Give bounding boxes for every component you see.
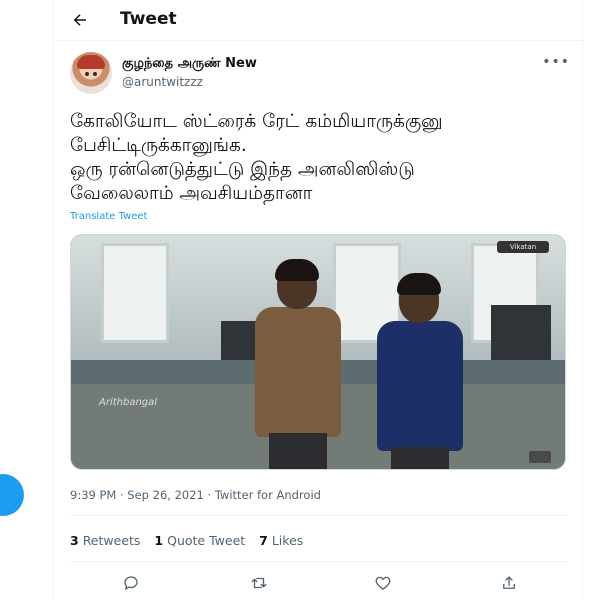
retweets-stat[interactable]: 3 Retweets xyxy=(70,533,140,548)
likes-count: 7 xyxy=(259,533,268,548)
back-button[interactable] xyxy=(68,8,92,32)
quote-tweets-count: 1 xyxy=(154,533,164,548)
translate-tweet-link[interactable]: Translate Tweet xyxy=(70,211,147,222)
tweet-actions xyxy=(70,570,568,596)
likes-stat[interactable]: 7 Likes xyxy=(259,533,303,548)
media-person-left xyxy=(255,259,341,469)
like-icon xyxy=(375,576,391,590)
more-options-icon[interactable]: ••• xyxy=(542,54,570,70)
tweet-timestamp[interactable]: 9:39 PM · Sep 26, 2021 · Twitter for And… xyxy=(70,488,321,502)
quote-tweets-stat[interactable]: 1 Quote Tweet xyxy=(154,533,245,548)
media-logo-badge: Vikatan xyxy=(497,241,549,253)
tweet-media-image[interactable]: Arithbangal Vikatan xyxy=(70,234,566,470)
media-person-right xyxy=(377,273,463,469)
author-handle[interactable]: @aruntwitzzz xyxy=(122,75,203,89)
media-corner-icon xyxy=(529,451,551,463)
divider xyxy=(70,515,568,516)
media-watermark: Arithbangal xyxy=(99,397,158,408)
tweet-column: Tweet குழந்தை அருண் New @aruntwitzzz •••… xyxy=(53,0,584,600)
tweet-author: குழந்தை அருண் New @aruntwitzzz ••• xyxy=(70,52,570,96)
divider xyxy=(70,561,568,562)
reply-icon xyxy=(124,576,138,590)
quote-tweets-label: Quote Tweet xyxy=(167,533,246,548)
avatar[interactable] xyxy=(70,52,112,94)
author-name[interactable]: குழந்தை அருண் New xyxy=(122,56,257,72)
tweet-text: கோலியோட ஸ்ட்ரைக் ரேட் கம்மியாருக்குனு பே… xyxy=(70,111,443,204)
compose-tweet-button[interactable] xyxy=(0,474,24,516)
retweets-label: Retweets xyxy=(82,533,141,548)
share-button[interactable] xyxy=(496,570,522,596)
page-header: Tweet xyxy=(54,0,584,41)
page-title: Tweet xyxy=(120,9,177,29)
tweet-stats: 3 Retweets 1 Quote Tweet 7 Likes xyxy=(70,533,303,548)
share-icon xyxy=(503,576,515,589)
retweet-icon xyxy=(251,577,267,589)
likes-label: Likes xyxy=(271,533,304,548)
retweet-button[interactable] xyxy=(246,570,272,596)
arrow-left-icon xyxy=(73,14,86,26)
reply-button[interactable] xyxy=(118,570,144,596)
retweets-count: 3 xyxy=(70,533,79,548)
like-button[interactable] xyxy=(370,570,396,596)
